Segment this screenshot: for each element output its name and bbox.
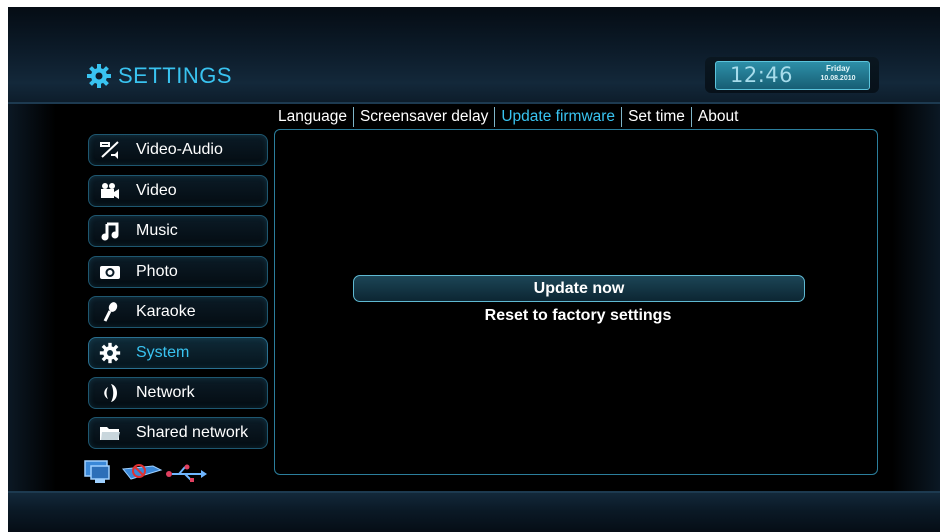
network-icon	[104, 384, 117, 402]
firmware-panel: Update now Reset to factory settings	[274, 129, 878, 475]
photo-camera-icon	[100, 266, 120, 279]
sidebar-item-network[interactable]: Network	[88, 377, 268, 409]
sidebar-item-label: System	[136, 344, 190, 361]
sidebar-item-shared-network[interactable]: Shared network	[88, 417, 268, 449]
sidebar-item-label: Music	[136, 222, 178, 239]
clock-date: 10.08.2010	[820, 75, 856, 82]
sidebar-item-label: Shared network	[136, 424, 249, 441]
monitor-icon	[84, 460, 110, 483]
clock-time: 12:46	[730, 63, 794, 87]
gear-icon	[87, 64, 111, 88]
settings-tabs: Language Screensaver delay Update firmwa…	[272, 105, 744, 129]
status-icons	[84, 460, 207, 483]
usb-icon	[166, 464, 207, 482]
sidebar-item-label: Karaoke	[136, 303, 196, 320]
sidebar-item-label: Network	[136, 384, 195, 401]
clock-display: 12:46 Friday 10.08.2010	[715, 61, 870, 90]
sidebar-item-label: Video-Audio	[136, 141, 223, 158]
sidebar-item-video-audio[interactable]: Video-Audio	[88, 134, 268, 166]
folder-icon	[100, 427, 120, 440]
clock-widget: 12:46 Friday 10.08.2010	[705, 57, 879, 93]
tab-update-firmware[interactable]: Update firmware	[495, 107, 623, 127]
music-note-icon	[101, 222, 119, 241]
sidebar-item-photo[interactable]: Photo	[88, 256, 268, 288]
sidebar-item-label: Photo	[136, 263, 178, 280]
footer-bar	[8, 491, 940, 532]
video-audio-icon	[100, 141, 119, 159]
sidebar-item-karaoke[interactable]: Karaoke	[88, 296, 268, 328]
sidebar-item-music[interactable]: Music	[88, 215, 268, 247]
page-title: SETTINGS	[118, 63, 233, 88]
settings-screen: SETTINGS 12:46 Friday 10.08.2010 Languag…	[8, 7, 940, 532]
sidebar-item-system[interactable]: System	[88, 337, 268, 369]
update-now-button[interactable]: Update now	[353, 275, 805, 302]
sidebar-item-label: Video	[136, 182, 177, 199]
right-edge-shade	[892, 104, 940, 492]
tab-screensaver-delay[interactable]: Screensaver delay	[354, 107, 496, 127]
tab-language[interactable]: Language	[272, 107, 354, 127]
header-bar: SETTINGS 12:46 Friday 10.08.2010	[8, 7, 940, 104]
clock-day: Friday	[825, 64, 850, 73]
video-camera-icon	[101, 183, 119, 199]
tab-about[interactable]: About	[692, 107, 745, 127]
sidebar-item-video[interactable]: Video	[88, 175, 268, 207]
sd-card-icon	[122, 464, 163, 480]
left-edge-shade	[8, 104, 56, 492]
microphone-icon	[103, 302, 118, 322]
tab-set-time[interactable]: Set time	[622, 107, 692, 127]
gear-icon	[99, 342, 121, 364]
reset-factory-settings-option[interactable]: Reset to factory settings	[353, 307, 803, 325]
